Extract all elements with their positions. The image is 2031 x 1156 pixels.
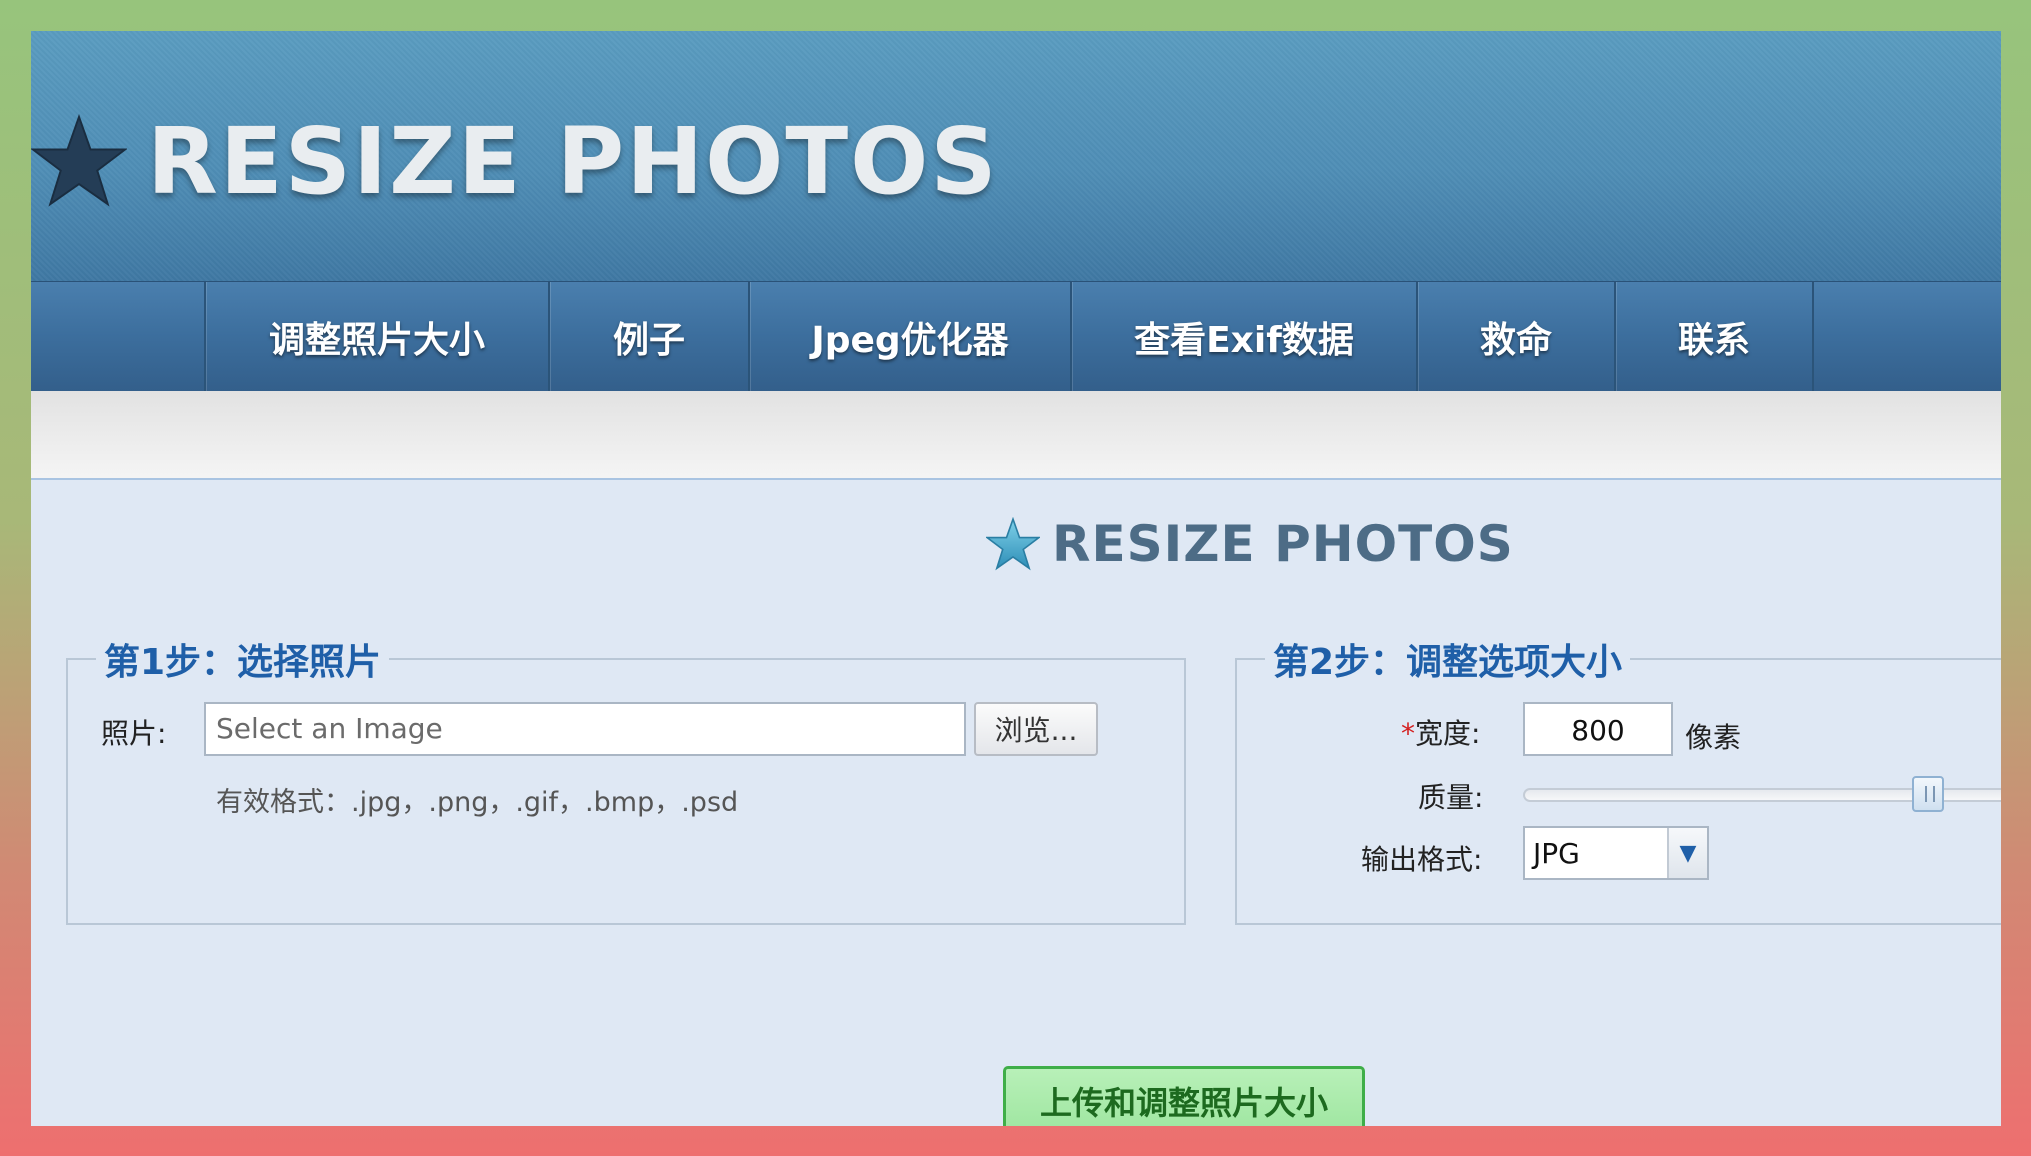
photo-label: 照片:: [101, 717, 167, 750]
nav-item-help[interactable]: 救命: [1416, 282, 1614, 392]
chevron-down-icon[interactable]: ▼: [1667, 828, 1707, 878]
nav-item-resize-photo[interactable]: 调整照片大小: [204, 282, 548, 392]
nav-item-label: 查看Exif数据: [1134, 320, 1354, 361]
step2-fieldset: 第2步：调整选项大小: [1235, 633, 2001, 925]
panel-logo: RESIZE PHOTOS: [986, 515, 1514, 573]
width-label-text: 宽度:: [1415, 717, 1481, 750]
site-header: RESIZE PHOTOS: [31, 31, 2001, 281]
output-format-select[interactable]: JPG ▼: [1523, 826, 1709, 880]
panel-logo-text: RESIZE PHOTOS: [1052, 515, 1514, 573]
app-window: RESIZE PHOTOS 调整照片大小 例子 Jpeg优化器 查看Exif数据…: [31, 31, 2001, 1126]
step1-fieldset: 第1步：选择照片: [66, 633, 1186, 925]
nav-item-label: Jpeg优化器: [811, 320, 1009, 361]
nav-item-label: 调整照片大小: [268, 320, 485, 361]
sub-header-band: [31, 391, 2001, 481]
site-logo-text: RESIZE PHOTOS: [147, 107, 999, 215]
browse-button[interactable]: 浏览...: [974, 702, 1098, 756]
width-input[interactable]: 800: [1523, 702, 1673, 756]
nav-item-jpeg-optimizer[interactable]: Jpeg优化器: [748, 282, 1070, 392]
nav-item-label: 联系: [1677, 320, 1750, 361]
upload-resize-button[interactable]: 上传和调整照片大小: [1003, 1066, 1365, 1126]
star-icon: [986, 517, 1040, 571]
quality-label: 质量:: [1418, 781, 1484, 814]
nav-item-exif-data[interactable]: 查看Exif数据: [1070, 282, 1416, 392]
star-icon: [31, 113, 127, 207]
nav-item-examples[interactable]: 例子: [548, 282, 748, 392]
step2-legend: 第2步：调整选项大小: [1273, 642, 1623, 683]
resize-panel: RESIZE PHOTOS 第1步：选择照片 照片: Select an Ima…: [31, 478, 2001, 1126]
output-format-value: JPG: [1533, 836, 1580, 870]
required-mark: *: [1401, 717, 1415, 750]
valid-formats-hint: 有效格式：.jpg，.png，.gif，.bmp，.psd: [216, 787, 739, 818]
step1-legend: 第1步：选择照片: [104, 642, 382, 683]
site-logo[interactable]: RESIZE PHOTOS: [31, 96, 999, 226]
width-label: *宽度:: [1401, 712, 1480, 752]
width-unit: 像素: [1685, 721, 1742, 754]
main-nav: 调整照片大小 例子 Jpeg优化器 查看Exif数据 救命 联系: [31, 281, 2001, 392]
quality-slider-thumb[interactable]: [1912, 776, 1945, 812]
nav-item-label: 救命: [1479, 320, 1552, 361]
nav-item-contact[interactable]: 联系: [1614, 282, 1814, 392]
output-format-label: 输出格式:: [1361, 843, 1483, 876]
file-path-input[interactable]: Select an Image: [204, 702, 966, 756]
nav-item-label: 例子: [612, 320, 685, 361]
